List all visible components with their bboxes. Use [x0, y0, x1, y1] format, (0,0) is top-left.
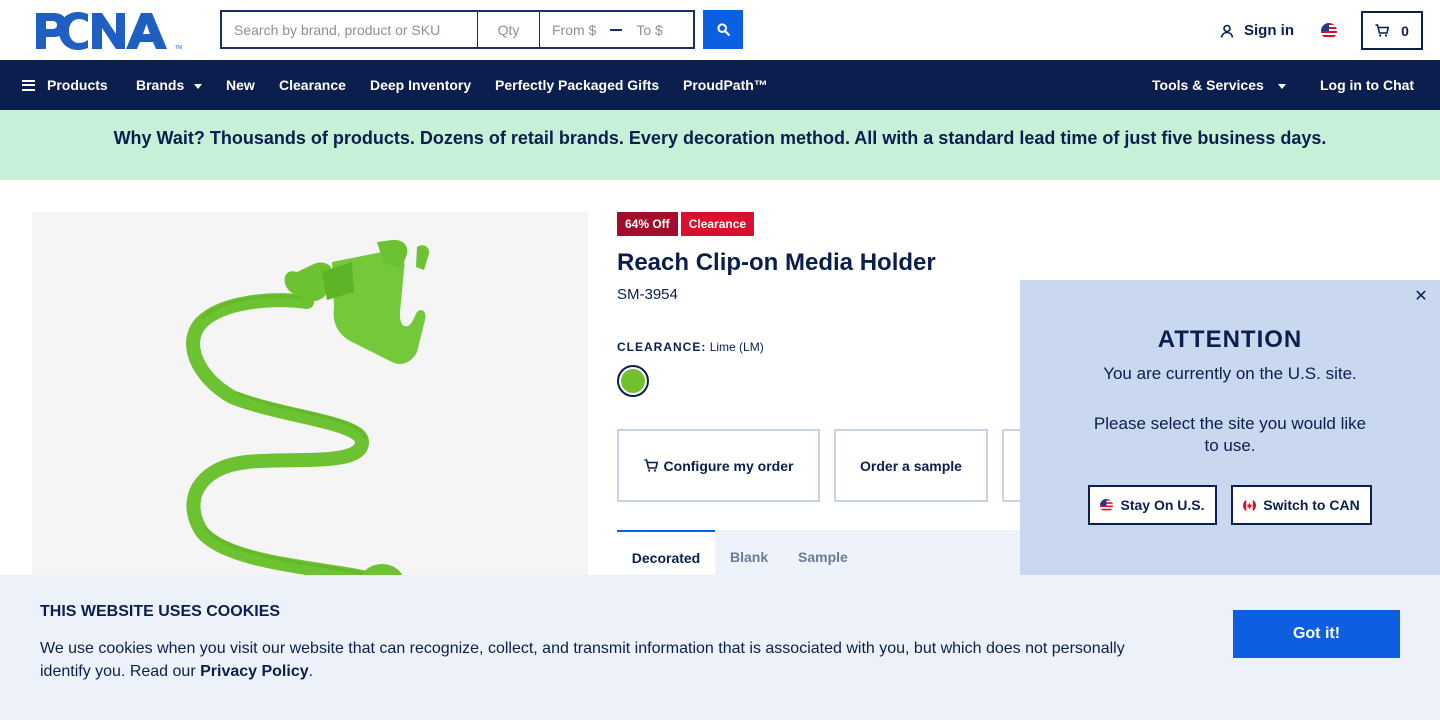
nav-clearance[interactable]: Clearance [279, 60, 346, 110]
modal-title: ATTENTION [1157, 326, 1303, 353]
nav-log-in-chat[interactable]: Log in to Chat [1320, 60, 1414, 110]
cookie-message: We use cookies when you visit our websit… [40, 637, 1150, 683]
nav-deep-inventory[interactable]: Deep Inventory [370, 60, 471, 110]
nav-products[interactable]: Products [22, 60, 108, 110]
color-swatch-lime[interactable] [617, 365, 649, 397]
close-icon[interactable]: ✕ [1412, 288, 1430, 306]
tab-decorated[interactable]: Decorated [617, 530, 715, 575]
site-selector-modal: ✕ ATTENTION You are currently on the U.S… [1020, 280, 1440, 575]
nav-chat-label: Log in to Chat [1320, 77, 1415, 93]
sign-in-label: Sign in [1244, 22, 1294, 39]
nav-gifts-label: Perfectly Packaged Gifts [495, 77, 660, 93]
main-nav: Products Brands New Clearance Deep Inven… [0, 60, 1440, 110]
cart-icon [1375, 24, 1390, 37]
order-sample-label: Order a sample [860, 457, 962, 474]
qty-input[interactable] [478, 10, 540, 49]
nav-new-label: New [226, 77, 255, 93]
switch-can-label: Switch to CAN [1263, 497, 1360, 513]
cookie-period: . [308, 663, 314, 680]
switch-can-button[interactable]: Switch to CAN [1231, 485, 1372, 525]
product-sku: SM-3954 [617, 286, 678, 303]
range-dash [610, 28, 623, 31]
configure-order-button[interactable]: Configure my order [617, 429, 820, 502]
nav-proudpath[interactable]: ProudPath™ [683, 60, 768, 110]
cookie-banner: THIS WEBSITE USES COOKIES We use cookies… [0, 575, 1440, 720]
privacy-policy-link[interactable]: Privacy Policy [200, 663, 309, 680]
stay-us-button[interactable]: Stay On U.S. [1088, 485, 1217, 525]
price-range-field[interactable]: From $ To $ [540, 10, 695, 49]
nav-gifts[interactable]: Perfectly Packaged Gifts [495, 60, 659, 110]
color-value: Lime (LM) [709, 340, 764, 354]
cart-icon [644, 459, 658, 472]
caret-down-icon [194, 83, 203, 89]
canada-flag-icon [1243, 498, 1257, 512]
site-header: TM From $ To $ Sign in 0 [0, 0, 1440, 60]
discount-badge: 64% Off [617, 212, 678, 236]
cart-count: 0 [1401, 22, 1409, 39]
color-label-prefix: CLEARANCE: [617, 340, 707, 354]
search-group: From $ To $ [220, 10, 695, 49]
clearance-badge: Clearance [680, 212, 755, 236]
pricing-tabs: Decorated Blank Sample [617, 530, 1037, 575]
cart-button[interactable]: 0 [1361, 11, 1423, 50]
price-to-label[interactable]: To $ [636, 22, 662, 38]
caret-down-icon [1277, 83, 1286, 89]
color-selection-label: CLEARANCE: Lime (LM) [617, 340, 764, 354]
stay-us-label: Stay On U.S. [1120, 497, 1205, 513]
us-flag-icon [1100, 498, 1114, 512]
nav-products-label: Products [47, 77, 108, 93]
cookie-title: THIS WEBSITE USES COOKIES [40, 603, 281, 620]
product-badges: 64% Off Clearance [617, 212, 757, 236]
tab-blank-label: Blank [730, 549, 769, 565]
order-sample-button[interactable]: Order a sample [834, 429, 988, 502]
nav-tools-services[interactable]: Tools & Services [1152, 60, 1286, 110]
tab-sample-label: Sample [798, 549, 848, 565]
pcna-logo[interactable]: TM [36, 12, 184, 50]
swatch-fill [621, 369, 645, 393]
hamburger-icon [22, 79, 35, 91]
nav-brands-label: Brands [136, 77, 185, 93]
nav-clearance-label: Clearance [279, 77, 346, 93]
price-from-label[interactable]: From $ [552, 22, 596, 38]
sign-in-link[interactable]: Sign in [1220, 22, 1294, 39]
promo-text: Why Wait? Thousands of products. Dozens … [113, 127, 1327, 148]
svg-text:TM: TM [175, 45, 182, 50]
modal-prompt: Please select the site you would like to… [1093, 414, 1367, 455]
modal-message: You are currently on the U.S. site. [1103, 364, 1357, 383]
tab-decorated-label: Decorated [631, 550, 701, 566]
search-button[interactable] [703, 10, 743, 49]
us-flag-icon[interactable] [1321, 23, 1337, 39]
user-icon [1220, 24, 1234, 38]
search-input[interactable] [220, 10, 478, 49]
promo-banner: Why Wait? Thousands of products. Dozens … [0, 110, 1440, 180]
nav-deep-inventory-label: Deep Inventory [370, 77, 472, 93]
nav-brands[interactable]: Brands [136, 60, 203, 110]
search-icon [716, 23, 730, 36]
nav-new[interactable]: New [226, 60, 255, 110]
tab-blank[interactable]: Blank [730, 530, 768, 575]
nav-tools-label: Tools & Services [1152, 77, 1264, 93]
tab-sample[interactable]: Sample [798, 530, 848, 575]
got-it-label: Got it! [1292, 625, 1341, 642]
nav-proudpath-label: ProudPath™ [683, 77, 768, 93]
configure-order-label: Configure my order [663, 457, 794, 474]
product-title: Reach Clip-on Media Holder [617, 249, 936, 276]
got-it-button[interactable]: Got it! [1233, 610, 1400, 658]
